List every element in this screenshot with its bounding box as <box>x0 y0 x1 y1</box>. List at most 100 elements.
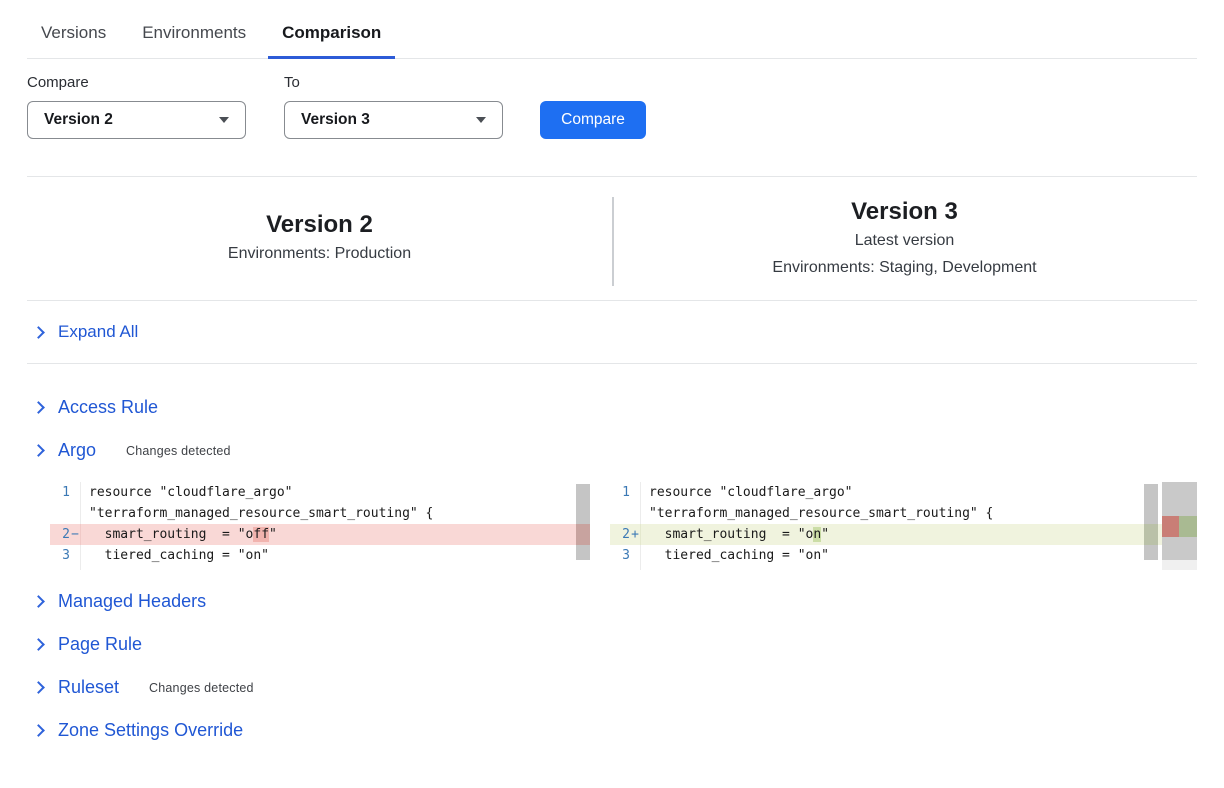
scrollbar[interactable] <box>1144 484 1158 560</box>
compare-button[interactable]: Compare <box>540 101 646 139</box>
chevron-right-icon <box>32 326 45 339</box>
version-headers: Version 2 Environments: Production Versi… <box>27 176 1197 301</box>
section-label: Managed Headers <box>58 591 206 612</box>
line-number-value: 3 <box>622 545 630 566</box>
ruler-footer <box>1162 560 1197 570</box>
diff-row: 3 tiered_caching = "on" <box>50 545 590 566</box>
diff-row: 1 resource "cloudflare_argo" <box>50 482 590 503</box>
line-number: 3 <box>610 545 640 566</box>
line-number-value: 2 <box>622 524 630 545</box>
code-line: smart_routing = "on" <box>640 524 1162 545</box>
tab-versions[interactable]: Versions <box>27 13 120 59</box>
code-region: 1resource "cloudflare_argo""terraform_ma… <box>50 482 590 570</box>
line-number: 3 <box>50 545 80 566</box>
ruler-diff-marks <box>1162 516 1197 537</box>
resource-sections: Access RuleArgoChanges detected1resource… <box>27 386 1197 752</box>
compare-from-label: Compare <box>27 74 246 91</box>
section-label: Argo <box>58 440 96 461</box>
diff-row: "terraform_managed_resource_smart_routin… <box>610 503 1162 524</box>
code-line: resource "cloudflare_argo" <box>640 482 1162 503</box>
diff-row: } <box>610 566 1162 570</box>
diff-row: 3 tiered_caching = "on" <box>610 545 1162 566</box>
compare-to-field: To Version 3 <box>284 74 503 139</box>
chevron-right-icon <box>32 724 45 737</box>
chevron-right-icon <box>32 401 45 414</box>
section-label: Page Rule <box>58 634 142 655</box>
vertical-divider <box>612 197 614 286</box>
line-number: 1 <box>610 482 640 503</box>
code-line: "terraform_managed_resource_smart_routin… <box>640 503 1162 524</box>
line-number-value: 2 <box>62 524 70 545</box>
diff-sign <box>70 503 80 524</box>
section-label: Zone Settings Override <box>58 720 243 741</box>
compare-from-select[interactable]: Version 2 <box>27 101 246 139</box>
version-right-latest: Latest version <box>612 227 1197 254</box>
compare-to-value: Version 3 <box>301 111 370 129</box>
scrollbar-diff-mark <box>1144 524 1158 545</box>
tab-comparison[interactable]: Comparison <box>268 13 395 59</box>
chevron-down-icon <box>476 117 486 123</box>
diff-editor-right: 1 resource "cloudflare_argo""terraform_ma… <box>610 482 1197 570</box>
changed-chars: ff <box>253 527 269 542</box>
comparison-page: VersionsEnvironmentsComparison Compare V… <box>0 0 1224 752</box>
tab-environments[interactable]: Environments <box>128 13 260 59</box>
chevron-down-icon <box>219 117 229 123</box>
section-label: Access Rule <box>58 397 158 418</box>
scrollbar[interactable] <box>576 484 590 560</box>
line-number: 2− <box>50 524 80 545</box>
diff-viewer: 1resource "cloudflare_argo""terraform_ma… <box>50 482 1197 570</box>
changes-detected-badge: Changes detected <box>149 681 254 695</box>
diff-row: 1 resource "cloudflare_argo" <box>610 482 1162 503</box>
diff-overview-ruler[interactable] <box>1162 482 1197 560</box>
version-left-environments: Environments: Production <box>27 240 612 267</box>
line-number <box>50 566 80 570</box>
section-ruleset[interactable]: RulesetChanges detected <box>27 666 1197 709</box>
section-access-rule[interactable]: Access Rule <box>27 386 1197 429</box>
version-left-title: Version 2 <box>27 210 612 240</box>
version-left-header: Version 2 Environments: Production <box>27 196 612 281</box>
scrollbar-diff-mark <box>576 524 590 545</box>
diff-sign <box>630 482 640 503</box>
line-number <box>50 503 80 524</box>
chevron-right-icon <box>32 595 45 608</box>
chevron-right-icon <box>32 681 45 694</box>
removed-mark <box>1162 516 1179 537</box>
code-line: resource "cloudflare_argo" <box>80 482 590 503</box>
diff-sign: + <box>630 524 640 545</box>
version-right-environments: Environments: Staging, Development <box>612 254 1197 281</box>
section-managed-headers[interactable]: Managed Headers <box>27 580 1197 623</box>
section-argo[interactable]: ArgoChanges detected <box>27 429 1197 472</box>
version-right-title: Version 3 <box>612 197 1197 227</box>
chevron-right-icon <box>32 444 45 457</box>
diff-sign: − <box>70 524 80 545</box>
compare-from-value: Version 2 <box>44 111 113 129</box>
diff-row: 2+ smart_routing = "on" <box>610 524 1162 545</box>
line-number-value: 3 <box>62 545 70 566</box>
expand-all[interactable]: Expand All <box>27 301 1197 364</box>
code-line: } <box>640 566 1162 570</box>
line-number-value: 1 <box>622 482 630 503</box>
compare-from-field: Compare Version 2 <box>27 74 246 139</box>
diff-sign <box>630 545 640 566</box>
added-mark <box>1179 516 1197 537</box>
code-line: tiered_caching = "on" <box>640 545 1162 566</box>
diff-sign <box>70 482 80 503</box>
code-region: 1 resource "cloudflare_argo""terraform_ma… <box>610 482 1162 570</box>
version-right-header: Version 3 Latest version Environments: S… <box>612 183 1197 295</box>
expand-all-label: Expand All <box>58 322 138 342</box>
diff-row: } <box>50 566 590 570</box>
section-zone-settings-override[interactable]: Zone Settings Override <box>27 709 1197 752</box>
line-number-value: 1 <box>62 482 70 503</box>
diff-sign <box>630 566 640 570</box>
line-number: 2+ <box>610 524 640 545</box>
line-number <box>610 503 640 524</box>
diff-editor-left: 1resource "cloudflare_argo""terraform_ma… <box>50 482 590 570</box>
code-line: } <box>80 566 590 570</box>
tab-bar: VersionsEnvironmentsComparison <box>27 0 1197 59</box>
diff-row: 2− smart_routing = "off" <box>50 524 590 545</box>
line-number <box>610 566 640 570</box>
section-page-rule[interactable]: Page Rule <box>27 623 1197 666</box>
diff-sign <box>630 503 640 524</box>
compare-to-select[interactable]: Version 3 <box>284 101 503 139</box>
code-line: smart_routing = "off" <box>80 524 590 545</box>
